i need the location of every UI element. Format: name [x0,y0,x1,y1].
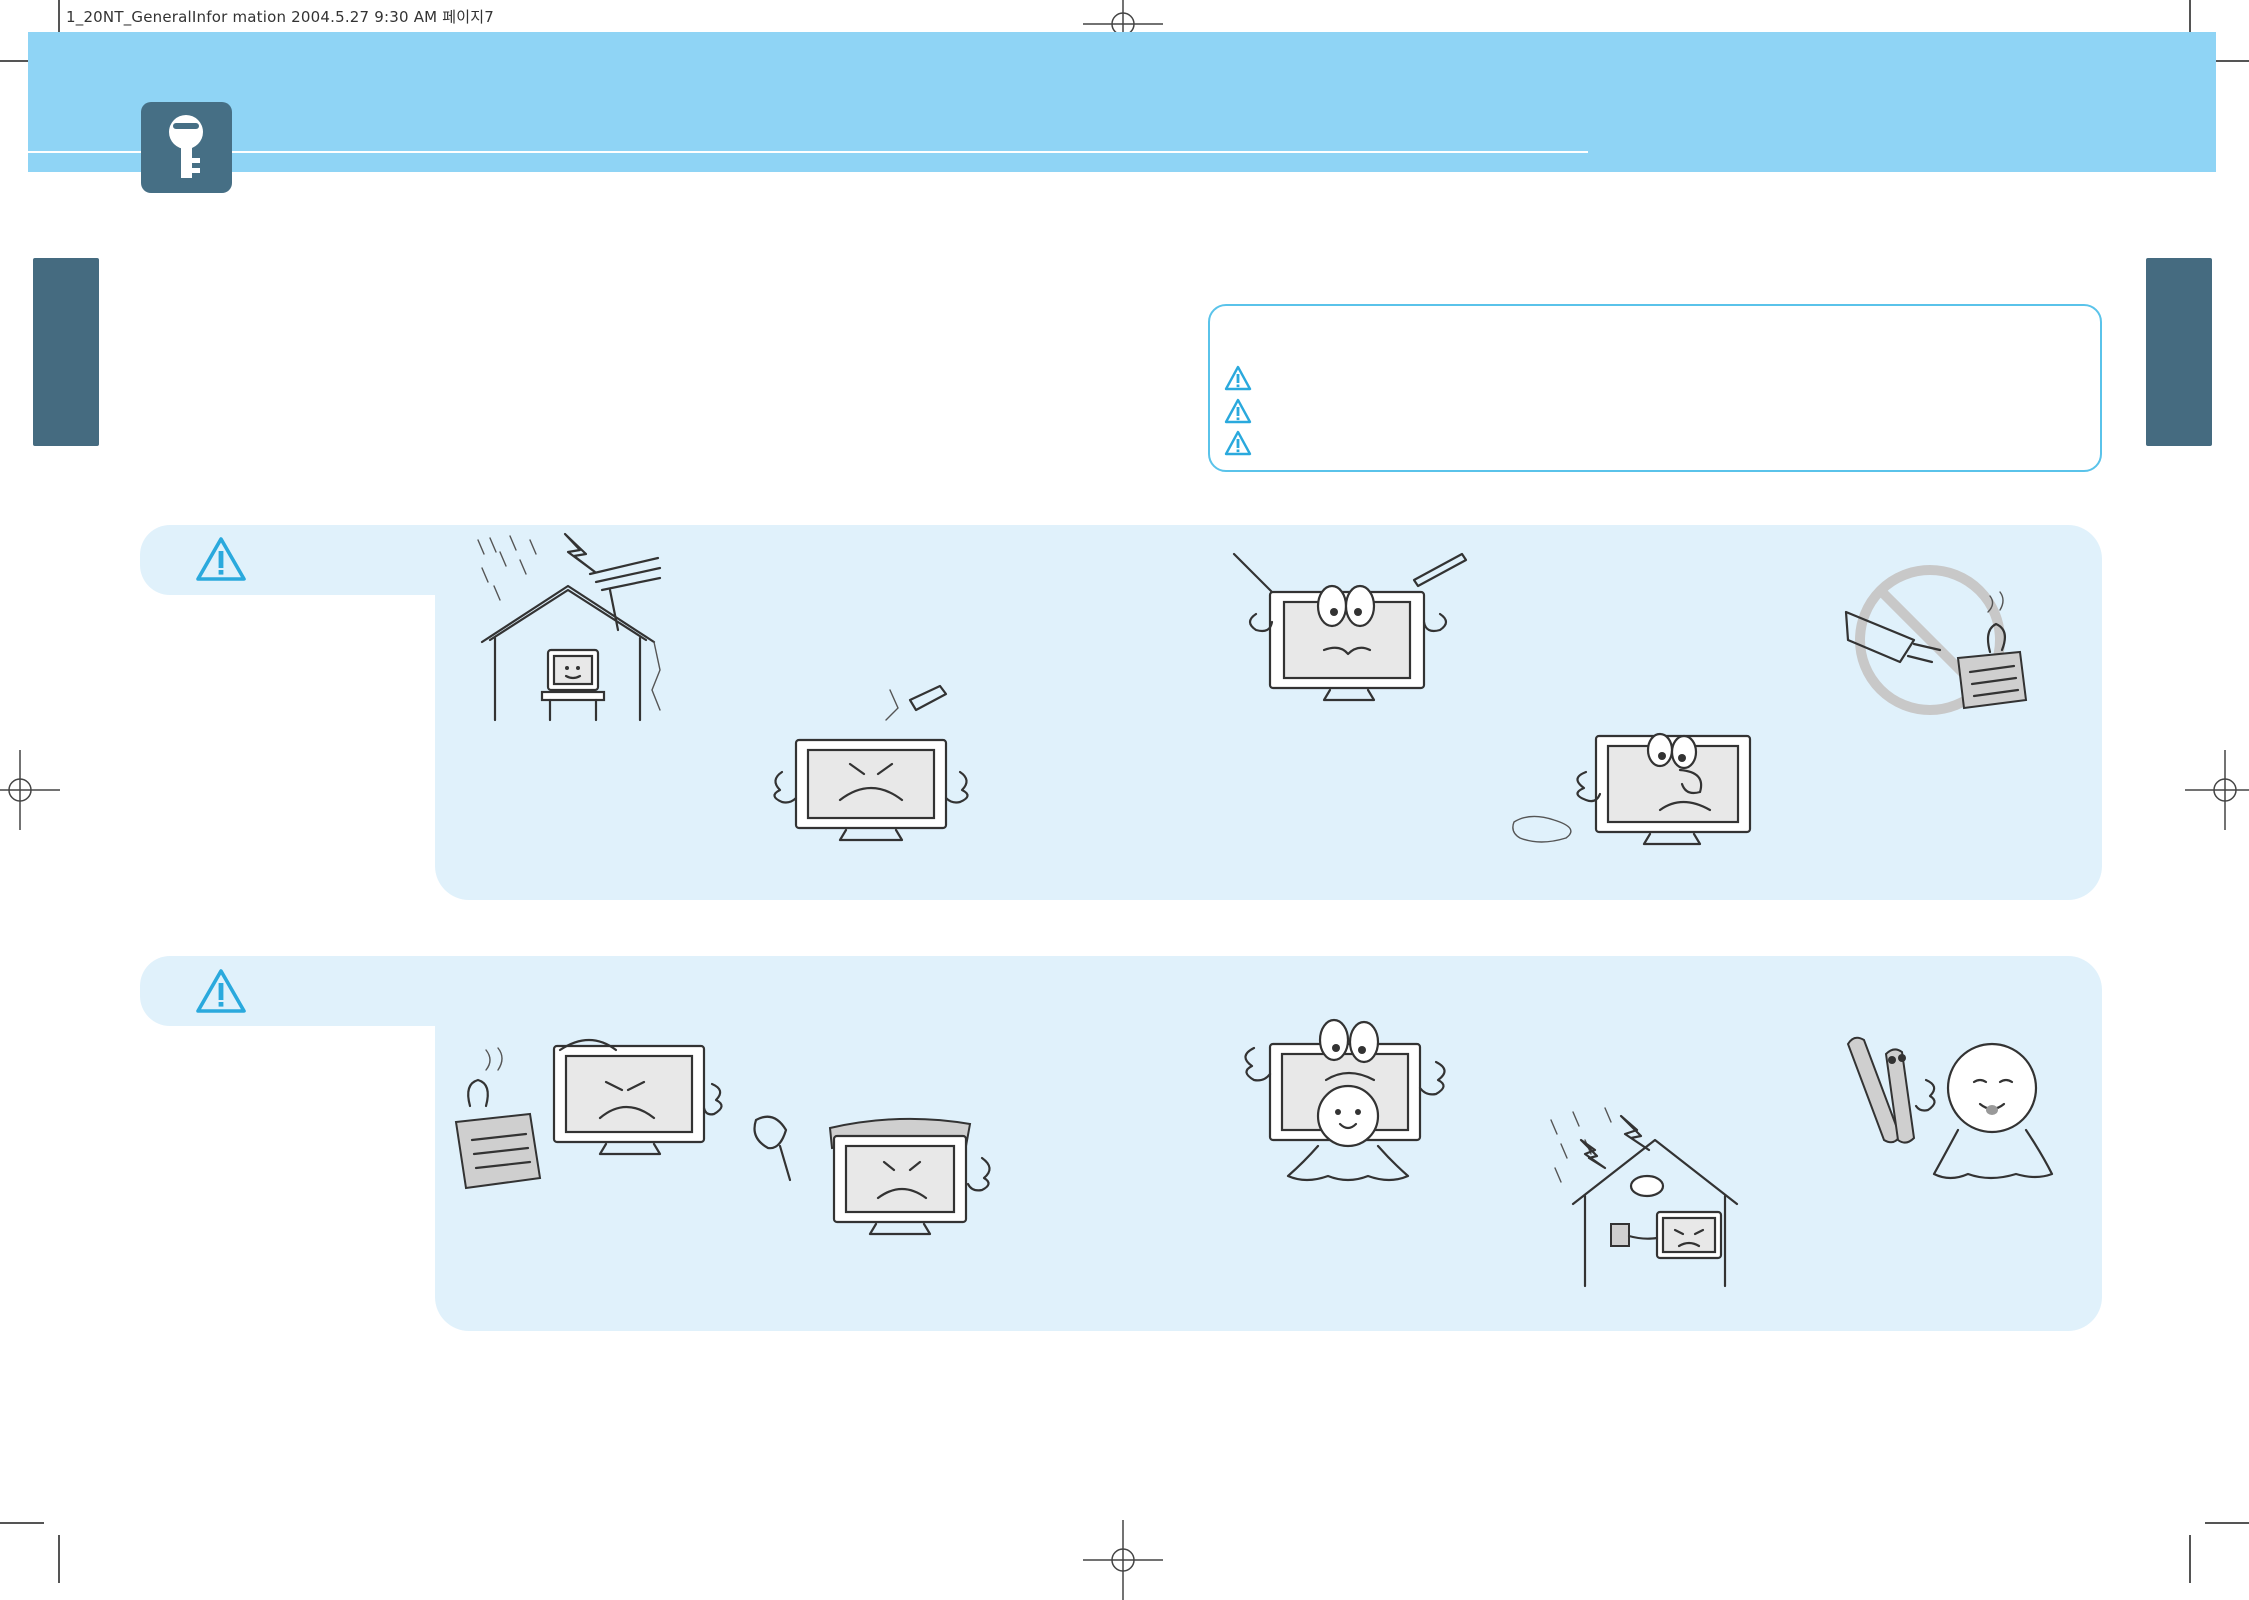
illustration-do-not-disassemble [773,684,969,842]
illustration-do-not-insert-objects [1232,552,1468,702]
crop-mark [58,1535,60,1583]
registration-mark-bottom [1083,1520,1163,1600]
side-tab-right [2146,258,2212,446]
illustration-keep-away-from-heat [454,1039,723,1190]
header-rule [28,151,1588,153]
illustration-child-safety [1244,1018,1446,1182]
illustration-no-liquids [1512,732,1752,846]
warning-triangle-icon [1224,430,1252,456]
crop-mark [2189,1535,2191,1583]
warning-triangle-icon [196,969,246,1013]
illustration-keep-batteries-away [1846,1036,2054,1180]
crop-mark [0,1522,44,1524]
print-slug-line: 1_20NT_GeneralInfor mation 2004.5.27 9:3… [66,8,495,26]
registration-mark-right [2185,750,2249,830]
key-icon [169,115,203,178]
warning-triangle-icon [1224,365,1252,391]
side-tab-left [33,258,99,446]
illustration-lightning-house [477,532,662,722]
illustration-do-not-cover-vents [753,1115,991,1236]
warning-triangle-icon [196,537,246,581]
illustration-no-plug-sharing [1844,565,2028,715]
warning-triangle-icon [1224,398,1252,424]
crop-mark [2205,1522,2249,1524]
notice-box [1208,304,2102,472]
registration-mark-left [0,750,60,830]
section-badge [141,102,232,193]
illustration-unplug-during-storm [1550,1107,1739,1288]
